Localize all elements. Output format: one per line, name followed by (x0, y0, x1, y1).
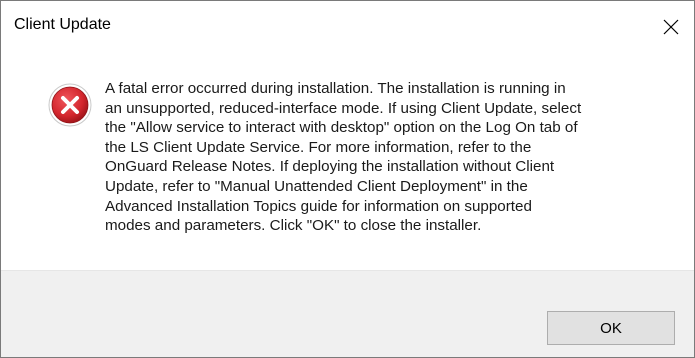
error-dialog: Client Update A fatal error occurred dur… (0, 0, 695, 358)
error-message: A fatal error occurred during installati… (105, 80, 582, 235)
button-bar: OK (1, 270, 694, 357)
close-button[interactable] (648, 1, 694, 51)
error-icon (48, 83, 92, 127)
dialog-content: A fatal error occurred during installati… (1, 51, 694, 270)
ok-button[interactable]: OK (547, 311, 675, 345)
title-bar[interactable]: Client Update (1, 1, 694, 51)
window-title: Client Update (14, 16, 111, 33)
close-icon (663, 19, 679, 35)
